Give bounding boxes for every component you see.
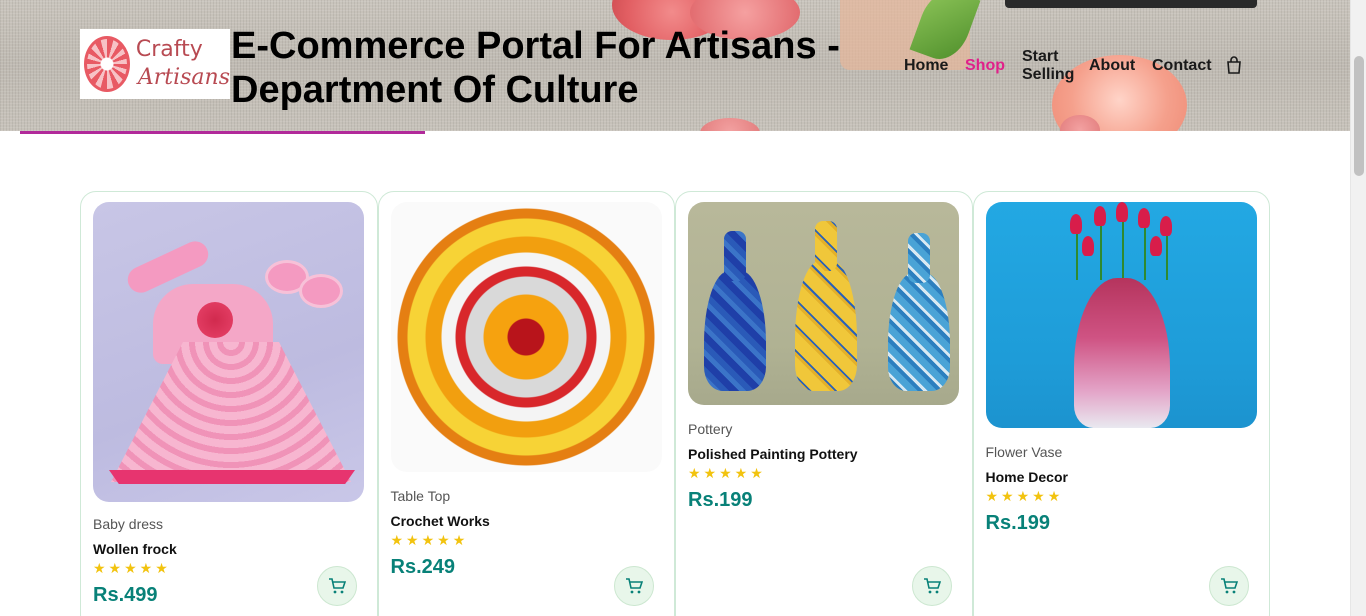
product-image-baby-frock[interactable] xyxy=(93,202,364,502)
doily-shape xyxy=(397,208,655,466)
product-image-pottery[interactable] xyxy=(688,202,959,405)
nav-shop[interactable]: Shop xyxy=(965,57,1005,75)
product-name: Home Decor xyxy=(985,469,1068,485)
vase-shape xyxy=(888,233,950,391)
add-to-cart-button[interactable] xyxy=(911,566,952,606)
site-logo[interactable]: Crafty Artisans xyxy=(80,29,230,99)
product-grid: Baby dress Wollen frock ★★★★★ Rs.499 Tab… xyxy=(80,191,1270,616)
logo-line2: Artisans xyxy=(137,65,230,90)
cart-icon xyxy=(626,578,643,594)
nav-start-selling[interactable]: Start Selling xyxy=(1022,48,1082,84)
product-category: Pottery xyxy=(688,421,733,437)
frock-hem xyxy=(109,470,355,484)
product-image-flower-vase[interactable] xyxy=(985,202,1257,428)
star-rating-icon: ★★★★★ xyxy=(985,488,1064,504)
shopping-bag-icon[interactable] xyxy=(1226,56,1242,74)
cart-icon xyxy=(1221,578,1238,594)
logo-line1: Crafty xyxy=(135,37,203,62)
add-to-cart-button[interactable] xyxy=(316,566,357,606)
page-title: E-Commerce Portal For Artisans - Departm… xyxy=(231,25,840,111)
add-to-cart-button[interactable] xyxy=(1209,566,1249,606)
bootie xyxy=(299,274,343,308)
product-price: Rs.199 xyxy=(985,512,1051,534)
cart-icon xyxy=(923,578,941,594)
product-card[interactable]: Flower Vase Home Decor ★★★★★ Rs.199 xyxy=(972,191,1270,616)
mandala-logo-icon xyxy=(84,36,130,92)
site-header: Crafty Artisans E-Commerce Portal For Ar… xyxy=(0,0,1350,131)
nav-contact[interactable]: Contact xyxy=(1152,57,1212,75)
product-category: Flower Vase xyxy=(985,444,1063,460)
product-image-crochet-doily[interactable] xyxy=(390,202,662,472)
cart-icon xyxy=(328,578,346,594)
product-category: Table Top xyxy=(390,488,451,504)
add-to-cart-button[interactable] xyxy=(614,566,654,606)
vase-shape xyxy=(1073,278,1170,428)
star-rating-icon: ★★★★★ xyxy=(390,532,469,548)
product-name: Wollen frock xyxy=(93,541,177,557)
vertical-scrollbar[interactable] xyxy=(1350,0,1366,616)
vase-shape xyxy=(795,221,857,391)
product-price: Rs.199 xyxy=(688,489,753,511)
product-category: Baby dress xyxy=(93,516,164,532)
scrollbar-thumb[interactable] xyxy=(1354,56,1364,176)
flower-decoration xyxy=(197,302,233,338)
top-bar-fragment xyxy=(1005,0,1257,8)
nav-about[interactable]: About xyxy=(1089,57,1135,75)
product-name: Crochet Works xyxy=(390,513,490,529)
product-card[interactable]: Pottery Polished Painting Pottery ★★★★★ … xyxy=(675,191,973,616)
product-card[interactable]: Table Top Crochet Works ★★★★★ Rs.249 xyxy=(377,191,675,616)
frock-skirt xyxy=(111,342,351,482)
product-name: Polished Painting Pottery xyxy=(688,446,858,462)
tulip-bouquet xyxy=(1056,202,1186,282)
vase-shape xyxy=(704,231,766,391)
nav-home[interactable]: Home xyxy=(904,57,948,75)
header-accent-line xyxy=(20,131,425,134)
product-card[interactable]: Baby dress Wollen frock ★★★★★ Rs.499 xyxy=(80,191,378,616)
logo-text: Crafty Artisans xyxy=(136,39,230,89)
star-rating-icon: ★★★★★ xyxy=(688,465,766,481)
